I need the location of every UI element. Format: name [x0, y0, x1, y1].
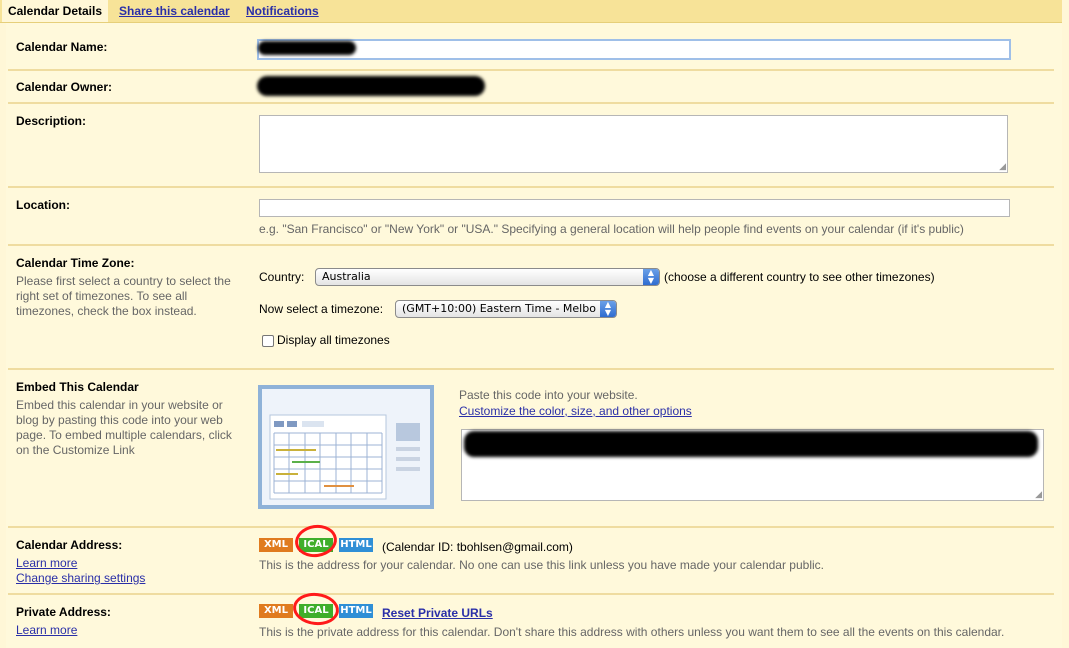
- calendar-address-label: Calendar Address:: [16, 538, 123, 552]
- private-xml-feed-button[interactable]: XML: [259, 604, 293, 618]
- calendar-address-learn-more-link[interactable]: Learn more: [16, 556, 77, 570]
- timezone-help: Please first select a country to select …: [16, 274, 231, 318]
- calendar-id-text: (Calendar ID: tbohlsen@gmail.com): [382, 540, 573, 554]
- redaction-mark: [464, 431, 1038, 457]
- divider: [8, 186, 1054, 188]
- timezone-label: Calendar Time Zone:: [16, 256, 135, 270]
- resize-grip-icon[interactable]: ◢: [1035, 489, 1042, 500]
- display-all-timezones-checkbox[interactable]: [262, 335, 274, 347]
- xml-feed-button[interactable]: XML: [259, 538, 293, 552]
- change-sharing-settings-link[interactable]: Change sharing settings: [16, 571, 145, 585]
- calendar-name-input[interactable]: [257, 39, 1011, 60]
- divider: [8, 526, 1054, 528]
- embed-help: Embed this calendar in your website or b…: [16, 398, 232, 457]
- reset-private-urls-link[interactable]: Reset Private URLs: [382, 606, 493, 620]
- redaction-mark: [257, 76, 485, 96]
- customize-options-link[interactable]: Customize the color, size, and other opt…: [459, 404, 692, 418]
- description-textarea[interactable]: ◢: [259, 115, 1008, 173]
- country-select[interactable]: Australia ▲ ▼: [315, 268, 660, 286]
- country-select-value: Australia: [322, 270, 371, 283]
- private-html-feed-button[interactable]: HTML: [339, 604, 373, 618]
- description-label: Description:: [16, 114, 87, 128]
- private-address-label: Private Address:: [16, 605, 111, 619]
- divider: [8, 368, 1054, 370]
- divider: [8, 102, 1054, 104]
- embed-paste-text: Paste this code into your website.: [459, 388, 638, 402]
- calendar-address-note: This is the address for your calendar. N…: [259, 558, 824, 572]
- tab-share-this-calendar[interactable]: Share this calendar: [119, 0, 230, 22]
- embed-preview-image: [258, 385, 434, 509]
- location-label: Location:: [16, 198, 70, 212]
- calendar-name-label: Calendar Name:: [16, 40, 108, 54]
- private-address-note: This is the private address for this cal…: [259, 625, 1005, 639]
- calendar-owner-label: Calendar Owner:: [16, 80, 113, 94]
- select-arrow-icon: ▲ ▼: [643, 269, 659, 285]
- redaction-mark: [258, 41, 356, 55]
- resize-grip-icon[interactable]: ◢: [999, 161, 1006, 172]
- display-all-timezones-label: Display all timezones: [277, 333, 390, 347]
- timezone-select-label: Now select a timezone:: [259, 302, 384, 316]
- location-input[interactable]: [259, 199, 1010, 217]
- html-feed-button[interactable]: HTML: [339, 538, 373, 552]
- location-hint: e.g. "San Francisco" or "New York" or "U…: [259, 222, 964, 236]
- country-label: Country:: [259, 270, 305, 284]
- divider: [8, 593, 1054, 595]
- tab-bar: Calendar Details Share this calendar Not…: [0, 0, 1062, 23]
- country-hint: (choose a different country to see other…: [664, 270, 935, 284]
- tab-calendar-details[interactable]: Calendar Details: [2, 0, 108, 22]
- tab-notifications[interactable]: Notifications: [246, 0, 319, 22]
- embed-label: Embed This Calendar: [16, 380, 139, 394]
- timezone-select-value: (GMT+10:00) Eastern Time - Melbo: [402, 302, 596, 315]
- divider: [8, 244, 1054, 246]
- timezone-select[interactable]: (GMT+10:00) Eastern Time - Melbo ▲ ▼: [395, 300, 617, 318]
- private-address-learn-more-link[interactable]: Learn more: [16, 623, 77, 637]
- divider: [8, 69, 1054, 71]
- select-arrow-icon: ▲ ▼: [600, 301, 616, 317]
